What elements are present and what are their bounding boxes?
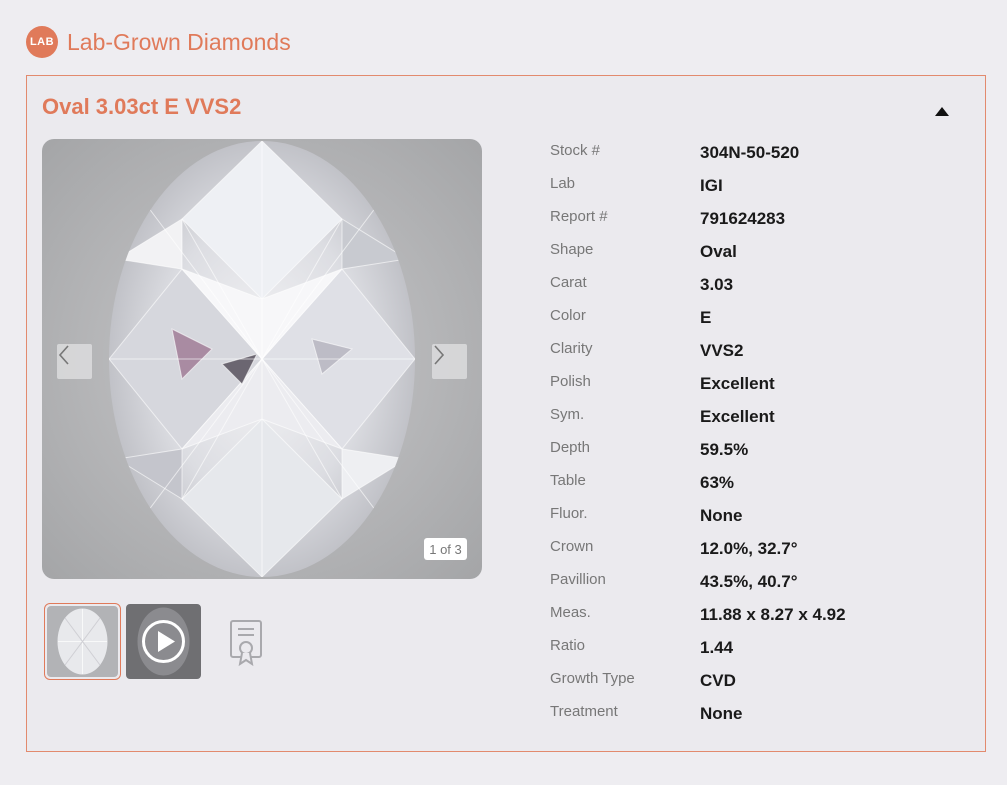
spec-label: Pavillion <box>550 571 606 588</box>
spec-label: Crown <box>550 538 594 555</box>
spec-label: Depth <box>550 439 591 456</box>
spec-row-depth: Depth 59.5% <box>550 435 950 468</box>
spec-label: Treatment <box>550 703 618 720</box>
image-viewer[interactable]: 1 of 3 <box>42 139 482 579</box>
spec-row-shape: Shape Oval <box>550 237 950 270</box>
spec-row-carat: Carat 3.03 <box>550 270 950 303</box>
spec-label: Fluor. <box>550 505 588 522</box>
thumbnail-image[interactable] <box>44 603 121 680</box>
spec-value: 11.88 x 8.27 x 4.92 <box>700 605 846 624</box>
spec-label: Meas. <box>550 604 591 621</box>
thumbnail-certificate[interactable] <box>206 603 288 683</box>
spec-value: 43.5%, 40.7° <box>700 572 798 591</box>
spec-value: 791624283 <box>700 209 786 228</box>
spec-label: Stock # <box>550 142 601 159</box>
brand-title: Lab-Grown Diamonds <box>67 28 291 55</box>
spec-value: 304N-50-520 <box>700 143 800 162</box>
spec-row-pavillion: Pavillion 43.5%, 40.7° <box>550 567 950 600</box>
spec-label: Shape <box>550 241 594 258</box>
spec-label: Table <box>550 472 586 489</box>
spec-value: None <box>700 506 743 525</box>
spec-value: Excellent <box>700 407 775 426</box>
next-image-button[interactable] <box>432 344 467 379</box>
spec-row-stock: Stock # 304N-50-520 <box>550 138 950 171</box>
prev-image-button[interactable] <box>57 344 92 379</box>
spec-value: IGI <box>700 176 723 195</box>
play-icon <box>137 607 190 676</box>
diamond-thumbnail-icon <box>47 606 118 677</box>
spec-value: E <box>700 308 712 327</box>
spec-value: CVD <box>700 671 736 690</box>
brand-header: LAB Lab-Grown Diamonds <box>26 26 291 58</box>
spec-label: Ratio <box>550 637 586 654</box>
spec-value: VVS2 <box>700 341 744 360</box>
spec-row-polish: Polish Excellent <box>550 369 950 402</box>
spec-row-growth-type: Growth Type CVD <box>550 666 950 699</box>
collapse-arrow-icon[interactable] <box>935 107 949 116</box>
spec-row-measurements: Meas. 11.88 x 8.27 x 4.92 <box>550 600 950 633</box>
lab-logo-icon: LAB <box>26 26 58 58</box>
spec-row-crown: Crown 12.0%, 32.7° <box>550 534 950 567</box>
spec-row-clarity: Clarity VVS2 <box>550 336 950 369</box>
spec-label: Color <box>550 307 586 324</box>
spec-value: 3.03 <box>700 275 734 294</box>
spec-row-table: Table 63% <box>550 468 950 501</box>
spec-value: Excellent <box>700 374 775 393</box>
specs-table: Stock # 304N-50-520 Lab IGI Report # 791… <box>550 138 950 732</box>
spec-label: Report # <box>550 208 608 225</box>
spec-label: Clarity <box>550 340 593 357</box>
spec-row-fluor: Fluor. None <box>550 501 950 534</box>
product-title: Oval 3.03ct E VVS2 <box>42 94 242 119</box>
spec-label: Carat <box>550 274 587 291</box>
chevron-right-icon <box>434 345 445 365</box>
thumbnail-strip <box>44 603 288 683</box>
certificate-icon <box>230 620 262 667</box>
spec-label: Growth Type <box>550 670 635 687</box>
spec-label: Lab <box>550 175 576 192</box>
spec-row-symmetry: Sym. Excellent <box>550 402 950 435</box>
spec-label: Polish <box>550 373 591 390</box>
spec-row-ratio: Ratio 1.44 <box>550 633 950 666</box>
spec-value: 1.44 <box>700 638 734 657</box>
diamond-details-panel: Oval 3.03ct E VVS2 1 of 3 Stock # 304N-5… <box>26 75 986 752</box>
spec-value: Oval <box>700 242 737 261</box>
spec-label: Sym. <box>550 406 585 423</box>
spec-value: 12.0%, 32.7° <box>700 539 798 558</box>
thumbnail-video[interactable] <box>126 604 201 679</box>
chevron-left-icon <box>58 345 69 365</box>
spec-value: 59.5% <box>700 440 749 459</box>
spec-value: None <box>700 704 743 723</box>
spec-row-report: Report # 791624283 <box>550 204 950 237</box>
spec-value: 63% <box>700 473 735 492</box>
image-counter: 1 of 3 <box>424 538 467 560</box>
spec-row-treatment: Treatment None <box>550 699 950 732</box>
spec-row-color: Color E <box>550 303 950 336</box>
spec-row-lab: Lab IGI <box>550 171 950 204</box>
diamond-image <box>109 141 415 577</box>
